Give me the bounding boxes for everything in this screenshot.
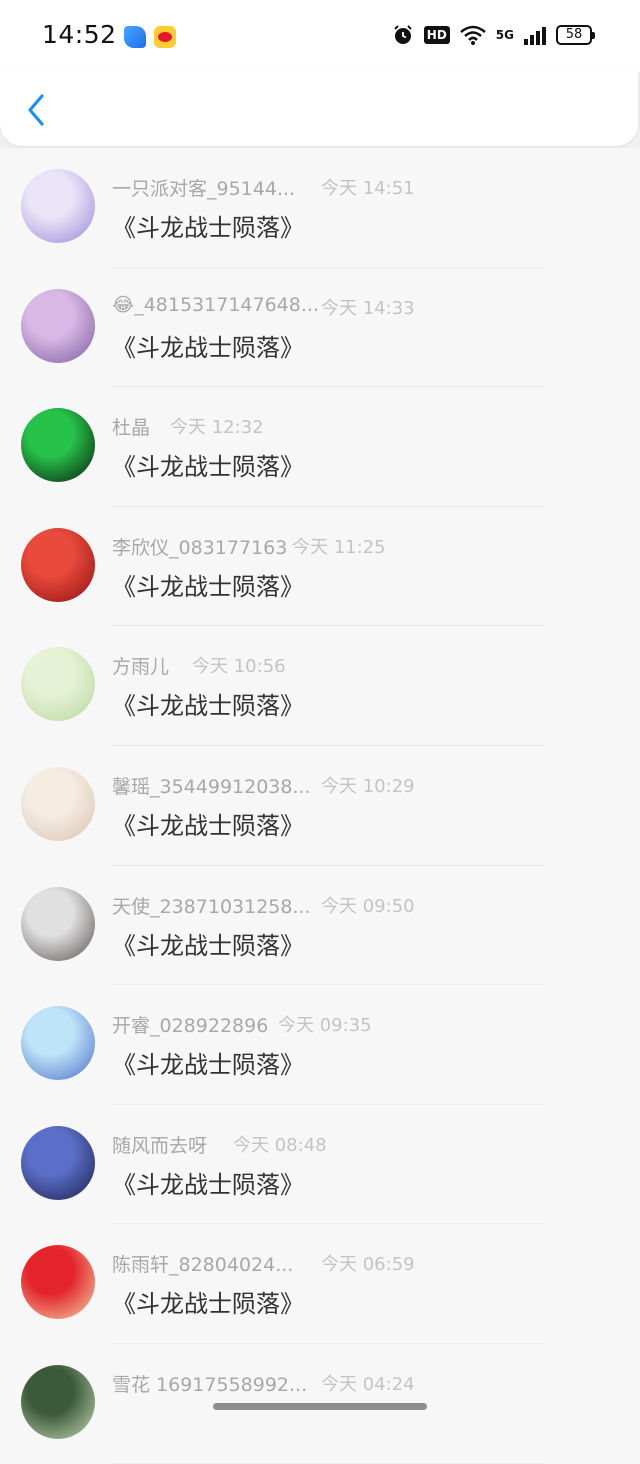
item-meta: 😂_4815317147648... 今天 14:33	[112, 294, 632, 320]
timestamp: 今天 06:59	[321, 1254, 415, 1276]
item-meta: 随风而去呀 今天 08:48	[112, 1131, 632, 1157]
avatar[interactable]	[21, 169, 95, 243]
avatar[interactable]	[21, 766, 95, 841]
sender-name[interactable]: 开睿_028922896	[112, 1011, 268, 1038]
message-text: 《斗龙战士陨落》	[112, 333, 304, 362]
timestamp: 今天 09:50	[321, 895, 415, 917]
timestamp: 今天 10:29	[321, 775, 415, 797]
list-item[interactable]: 杜晶 今天 12:32 《斗龙战士陨落》	[0, 387, 640, 507]
status-time: 14:52	[42, 20, 117, 49]
app-notification-icon	[124, 26, 146, 48]
avatar[interactable]	[21, 1006, 95, 1081]
item-meta: 开睿_028922896 今天 09:35	[112, 1011, 632, 1037]
list-item[interactable]: 陈雨轩_82804024... 今天 06:59 《斗龙战士陨落》	[0, 1224, 640, 1344]
timestamp: 今天 14:33	[321, 297, 415, 319]
sender-name[interactable]: 方雨儿	[112, 652, 169, 679]
list-item[interactable]: 天使_23871031258... 今天 09:50 《斗龙战士陨落》	[0, 865, 640, 986]
sender-name[interactable]: 一只派对客_95144...	[112, 174, 295, 201]
list-item[interactable]: 😂_4815317147648... 今天 14:33 《斗龙战士陨落》	[0, 267, 640, 388]
sender-name[interactable]: 😂_4815317147648...	[112, 294, 319, 316]
timestamp: 今天 04:24	[321, 1373, 415, 1395]
message-text: 《斗龙战士陨落》	[112, 811, 304, 840]
home-indicator[interactable]	[213, 1403, 427, 1410]
battery-icon: 58	[556, 25, 595, 45]
sender-name[interactable]: 李欣仪_083177163	[112, 533, 287, 560]
item-meta: 雪花 16917558992... 今天 04:24	[112, 1370, 632, 1396]
avatar[interactable]	[21, 408, 95, 483]
list-item[interactable]: 开睿_028922896 今天 09:35 《斗龙战士陨落》	[0, 985, 640, 1105]
item-meta: 方雨儿 今天 10:56	[112, 652, 632, 678]
item-meta: 陈雨轩_82804024... 今天 06:59	[112, 1250, 632, 1276]
list-item[interactable]: 李欣仪_083177163 今天 11:25 《斗龙战士陨落》	[0, 506, 640, 627]
list-item[interactable]: 一只派对客_95144... 今天 14:51 《斗龙战士陨落》	[0, 148, 640, 268]
item-meta: 李欣仪_083177163 今天 11:25	[112, 533, 632, 559]
network-type-label: 5G	[495, 28, 514, 42]
list-item[interactable]: 方雨儿 今天 10:56 《斗龙战士陨落》	[0, 626, 640, 746]
avatar[interactable]	[21, 647, 95, 722]
message-text: 《斗龙战士陨落》	[112, 453, 304, 482]
weibo-icon	[154, 26, 176, 48]
wifi-icon	[459, 25, 486, 45]
message-text: 《斗龙战士陨落》	[112, 1290, 304, 1319]
header	[0, 72, 638, 146]
avatar[interactable]	[21, 1245, 95, 1320]
message-text: 《斗龙战士陨落》	[112, 214, 304, 242]
sender-name[interactable]: 陈雨轩_82804024...	[112, 1250, 293, 1277]
item-meta: 杜晶 今天 12:32	[112, 413, 632, 439]
divider	[112, 1462, 544, 1464]
sender-name[interactable]: 天使_23871031258...	[112, 892, 311, 919]
item-meta: 天使_23871031258... 今天 09:50	[112, 892, 632, 918]
avatar[interactable]	[21, 1364, 95, 1439]
item-meta: 馨瑶_35449912038... 今天 10:29	[112, 772, 632, 798]
signal-icon	[524, 25, 546, 45]
message-text: 《斗龙战士陨落》	[112, 692, 304, 721]
list-item[interactable]: 馨瑶_35449912038... 今天 10:29 《斗龙战士陨落》	[0, 745, 640, 866]
avatar[interactable]	[21, 527, 95, 602]
message-list: 一只派对客_95144... 今天 14:51 《斗龙战士陨落》 😂_48153171…	[0, 148, 640, 1464]
sender-name[interactable]: 随风而去呀	[112, 1131, 207, 1158]
sender-name[interactable]: 杜晶	[112, 413, 150, 440]
timestamp: 今天 10:56	[192, 656, 286, 678]
sender-name[interactable]: 雪花 16917558992...	[112, 1370, 307, 1397]
chevron-left-icon	[28, 94, 44, 126]
message-text: 《斗龙战士陨落》	[112, 931, 304, 960]
timestamp: 今天 09:35	[278, 1015, 372, 1037]
timestamp: 今天 11:25	[292, 536, 386, 558]
status-icons: HD 5G 58	[392, 24, 595, 46]
hd-icon: HD	[423, 26, 450, 44]
timestamp: 今天 14:51	[321, 178, 415, 199]
alarm-icon	[394, 25, 412, 44]
message-text: 《斗龙战士陨落》	[112, 1170, 304, 1199]
message-text: 《斗龙战士陨落》	[112, 572, 304, 601]
timestamp: 今天 12:32	[170, 417, 264, 439]
list-item[interactable]: 随风而去呀 今天 08:48 《斗龙战士陨落》	[0, 1104, 640, 1225]
timestamp: 今天 08:48	[233, 1134, 327, 1156]
status-bar: 14:52 HD 5G 58	[0, 0, 640, 72]
avatar[interactable]	[21, 886, 95, 961]
back-button[interactable]	[18, 88, 54, 132]
avatar[interactable]	[21, 1125, 95, 1200]
sender-name[interactable]: 馨瑶_35449912038...	[112, 772, 311, 799]
message-text: 《斗龙战士陨落》	[112, 1051, 304, 1080]
avatar[interactable]	[21, 288, 95, 363]
item-meta: 一只派对客_95144... 今天 14:51	[112, 174, 632, 200]
